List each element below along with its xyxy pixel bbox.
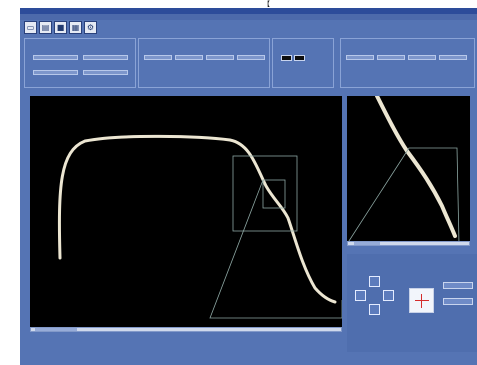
move-up-button[interactable] xyxy=(369,276,380,287)
zoomed-projection-lines xyxy=(347,147,460,245)
detail-settings-group xyxy=(340,38,475,88)
zoomed-trace-curve xyxy=(375,96,457,238)
screenshot-stage: 【 ▭ ▤ ■ ▦ ⚙ xyxy=(0,0,477,365)
save-icon[interactable]: ■ xyxy=(54,21,67,34)
toolbar: ▭ ▤ ■ ▦ ⚙ xyxy=(24,21,97,35)
detail-field-3[interactable] xyxy=(408,55,436,60)
param-field-1[interactable] xyxy=(33,55,78,60)
mode-switch-2[interactable] xyxy=(294,55,305,61)
zoomed-scroll-thumb[interactable] xyxy=(354,242,380,245)
main-graph-view[interactable] xyxy=(30,96,342,332)
zoomed-graph-view[interactable] xyxy=(347,96,470,246)
result-field-4[interactable] xyxy=(237,55,265,60)
settings-icon[interactable]: ⚙ xyxy=(84,21,97,34)
move-right-button[interactable] xyxy=(383,290,394,301)
main-graph-canvas xyxy=(57,134,342,319)
mode-switch-1[interactable] xyxy=(281,55,292,61)
main-graph-scrollbar[interactable] xyxy=(30,327,342,332)
main-scroll-thumb[interactable] xyxy=(35,328,77,331)
move-left-button[interactable] xyxy=(355,290,366,301)
open-icon[interactable]: ▤ xyxy=(39,21,52,34)
result-field-3[interactable] xyxy=(206,55,234,60)
menu-bar xyxy=(20,14,477,20)
param-field-2[interactable] xyxy=(83,55,128,60)
file-icon[interactable]: ▭ xyxy=(24,21,37,34)
control-button-2[interactable] xyxy=(443,298,473,305)
param-field-3[interactable] xyxy=(33,70,78,75)
print-icon[interactable]: ▦ xyxy=(69,21,82,34)
detail-field-2[interactable] xyxy=(377,55,405,60)
control-button-1[interactable] xyxy=(443,282,473,289)
trace-curve xyxy=(57,134,337,304)
move-down-button[interactable] xyxy=(369,304,380,315)
zoomed-graph-canvas xyxy=(347,96,460,245)
mode-switch-group xyxy=(272,38,334,88)
zoomed-graph-scrollbar[interactable] xyxy=(347,241,470,246)
crosshair-horizontal xyxy=(415,300,429,301)
application-window: ▭ ▤ ■ ▦ ⚙ xyxy=(20,8,477,365)
status-bar xyxy=(20,352,477,365)
watermark: 【 xyxy=(263,0,271,8)
position-control-panel xyxy=(347,254,477,362)
detail-field-1[interactable] xyxy=(346,55,374,60)
result-field-1[interactable] xyxy=(144,55,172,60)
center-target-icon[interactable] xyxy=(409,288,434,313)
param-field-4[interactable] xyxy=(83,70,128,75)
crosshair-vertical xyxy=(421,294,422,308)
measurement-parameters-group xyxy=(24,38,136,88)
detail-field-4[interactable] xyxy=(439,55,467,60)
result-field-2[interactable] xyxy=(175,55,203,60)
result-values-group xyxy=(138,38,270,88)
